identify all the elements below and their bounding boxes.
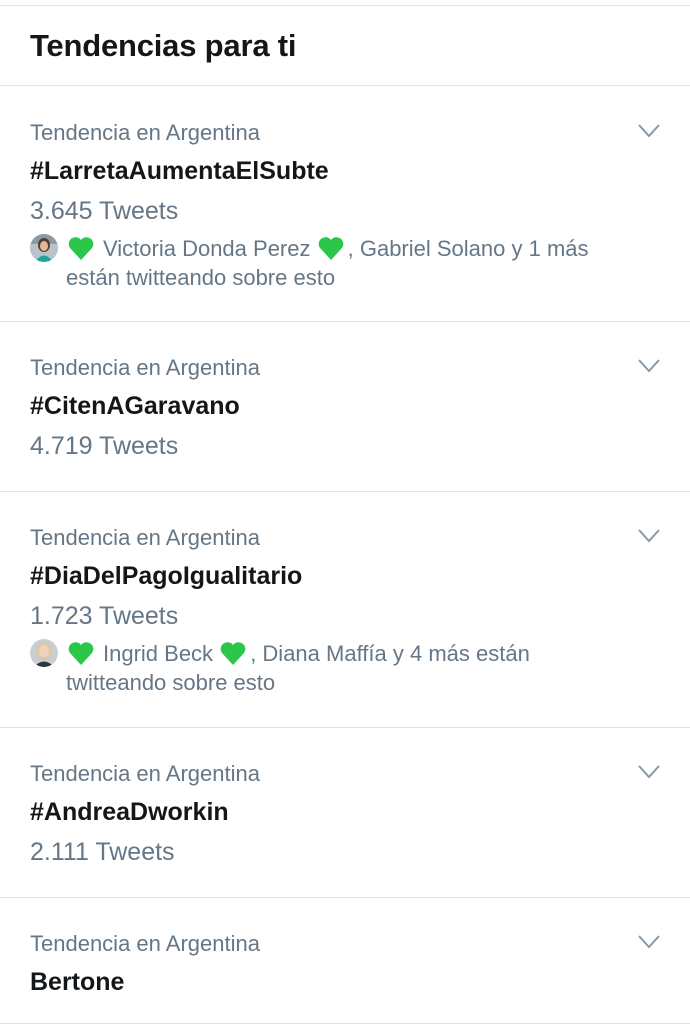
- chevron-down-icon[interactable]: [638, 359, 660, 373]
- trend-name[interactable]: Bertone: [30, 968, 124, 997]
- page-title: Tendencias para ti: [30, 28, 297, 63]
- chevron-down-icon[interactable]: [638, 765, 660, 779]
- trend-context: Tendencia en Argentina: [30, 525, 260, 550]
- chevron-down-icon[interactable]: [638, 935, 660, 949]
- trend-context: Tendencia en Argentina: [30, 355, 260, 380]
- trends-header: Tendencias para ti: [0, 6, 690, 86]
- green-heart-icon: [220, 642, 246, 665]
- chevron-down-icon[interactable]: [638, 124, 660, 138]
- user-name[interactable]: Ingrid Beck: [103, 641, 213, 666]
- green-heart-icon: [318, 237, 343, 260]
- social-rest: , Diana Maffía y 4 más están: [250, 641, 530, 666]
- trend-name[interactable]: #LarretaAumentaElSubte: [30, 157, 329, 186]
- trend-name[interactable]: #CitenAGaravano: [30, 392, 240, 421]
- avatar: [30, 234, 58, 262]
- social-rest: , Gabriel Solano y 1 más: [347, 236, 589, 261]
- social-line-2: twitteando sobre esto: [66, 670, 276, 695]
- avatar: [30, 639, 58, 667]
- trend-item[interactable]: Tendencia en Argentina Bertone: [0, 898, 690, 1024]
- trend-name[interactable]: #DiaDelPagoIgualitario: [30, 562, 302, 591]
- trend-context: Tendencia en Argentina: [30, 761, 260, 786]
- trend-item[interactable]: Tendencia en Argentina #CitenAGaravano 4…: [0, 322, 690, 492]
- trend-item[interactable]: Tendencia en Argentina #AndreaDworkin 2.…: [0, 728, 690, 898]
- trend-item[interactable]: Tendencia en Argentina #LarretaAumentaEl…: [0, 87, 690, 322]
- social-line-1: Ingrid Beck , Diana Maffía y 4 más están: [67, 639, 530, 668]
- trend-context: Tendencia en Argentina: [30, 120, 260, 145]
- user-name[interactable]: Victoria Donda Perez: [103, 236, 311, 261]
- chevron-down-icon[interactable]: [638, 529, 660, 543]
- green-heart-icon: [68, 642, 94, 665]
- tweet-count: 3.645 Tweets: [30, 197, 179, 225]
- trend-name[interactable]: #AndreaDworkin: [30, 798, 229, 827]
- trend-context: Tendencia en Argentina: [30, 931, 260, 956]
- trend-item[interactable]: Tendencia en Argentina #DiaDelPagoIguali…: [0, 492, 690, 728]
- tweet-count: 2.111 Tweets: [30, 838, 175, 866]
- social-line-2: están twitteando sobre esto: [66, 265, 336, 290]
- tweet-count: 4.719 Tweets: [30, 432, 179, 460]
- social-line-1: Victoria Donda Perez , Gabriel Solano y …: [67, 234, 589, 263]
- green-heart-icon: [68, 237, 94, 260]
- tweet-count: 1.723 Tweets: [30, 602, 179, 630]
